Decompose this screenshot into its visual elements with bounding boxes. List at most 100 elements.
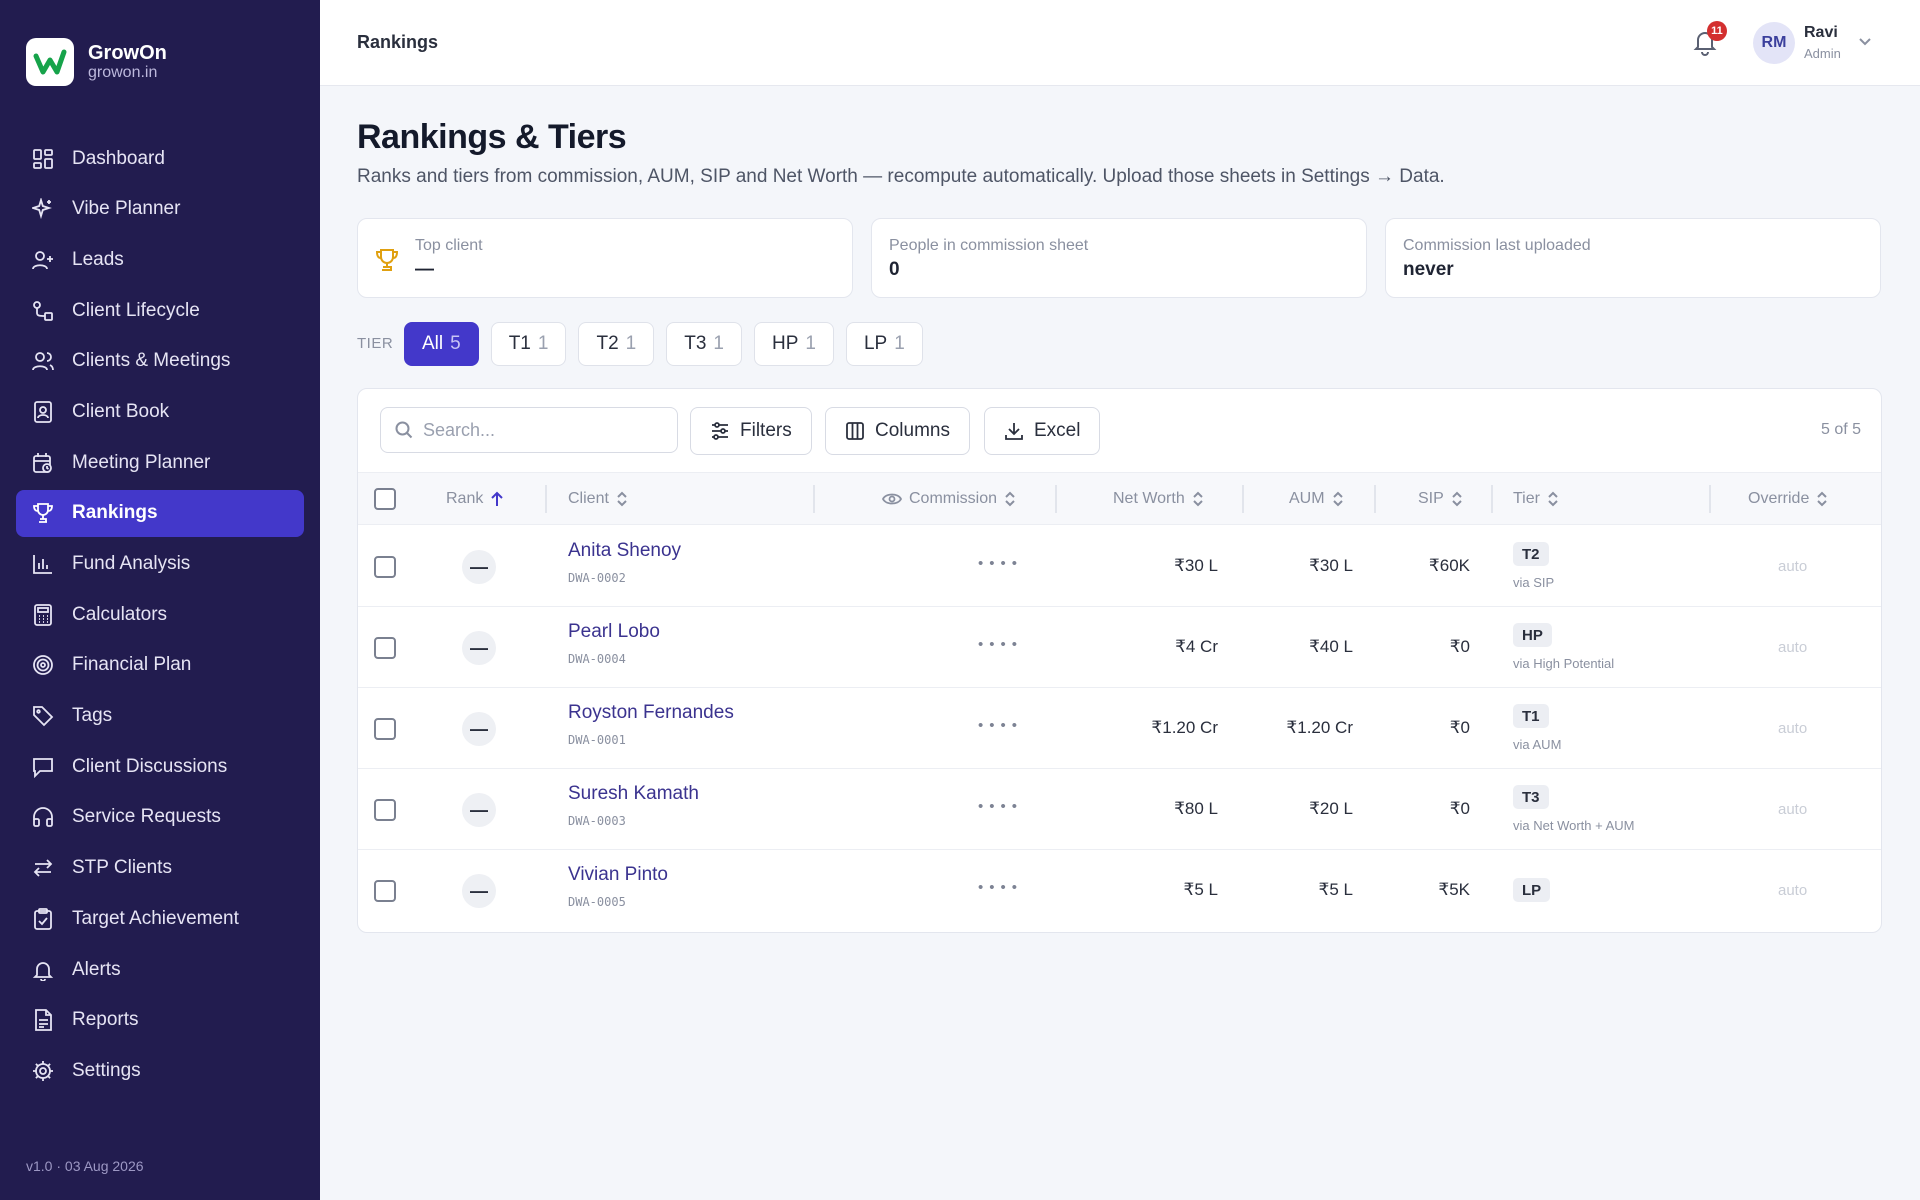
- column-divider[interactable]: [1709, 485, 1711, 513]
- column-divider[interactable]: [1242, 485, 1244, 513]
- column-divider[interactable]: [545, 485, 547, 513]
- chip-label: T3: [684, 333, 707, 354]
- search-input[interactable]: [423, 419, 663, 441]
- client-name-link[interactable]: Anita Shenoy: [568, 540, 681, 562]
- table-row[interactable]: — Anita Shenoy DWA-0002 •••• ₹30 L ₹30 L…: [358, 526, 1881, 607]
- row-checkbox[interactable]: [374, 556, 396, 578]
- sidebar-item-label: Client Book: [72, 400, 170, 422]
- sidebar-item-reports[interactable]: Reports: [16, 997, 304, 1044]
- stat-label: Top client: [415, 237, 483, 254]
- column-header-sip[interactable]: SIP: [1418, 473, 1463, 525]
- table-row[interactable]: — Suresh Kamath DWA-0003 •••• ₹80 L ₹20 …: [358, 769, 1881, 850]
- row-checkbox[interactable]: [374, 880, 396, 902]
- sip-value: ₹0: [1449, 637, 1470, 656]
- column-header-net-worth[interactable]: Net Worth: [1113, 473, 1204, 525]
- stat-value: —: [415, 259, 434, 280]
- sidebar-item-label: Vibe Planner: [72, 198, 181, 220]
- eye-icon[interactable]: [882, 492, 902, 506]
- excel-export-button[interactable]: Excel: [984, 407, 1101, 455]
- tier-chip-lp[interactable]: LP 1: [845, 322, 923, 366]
- row-checkbox[interactable]: [374, 637, 396, 659]
- override-value[interactable]: auto: [1778, 882, 1807, 899]
- client-name-link[interactable]: Royston Fernandes: [568, 702, 734, 724]
- tier-chip-t1[interactable]: T1 1: [490, 322, 567, 366]
- sidebar-item-rankings[interactable]: Rankings: [16, 489, 304, 537]
- row-checkbox[interactable]: [374, 718, 396, 740]
- sort-icon: [1193, 491, 1203, 507]
- client-name-link[interactable]: Suresh Kamath: [568, 783, 699, 805]
- stat-value: 0: [889, 259, 900, 280]
- tier-chip-t2[interactable]: T2 1: [578, 322, 655, 366]
- column-header-override[interactable]: Override: [1748, 473, 1828, 525]
- sidebar-item-service-requests[interactable]: Service Requests: [16, 794, 304, 841]
- column-divider[interactable]: [813, 485, 815, 513]
- column-label: SIP: [1418, 490, 1444, 507]
- sidebar-item-vibe-planner[interactable]: Vibe Planner: [16, 186, 304, 233]
- client-id: DWA-0003: [568, 814, 626, 828]
- search-box[interactable]: [380, 407, 678, 453]
- sidebar-item-leads[interactable]: Leads: [16, 236, 304, 283]
- column-divider[interactable]: [1374, 485, 1376, 513]
- row-checkbox[interactable]: [374, 799, 396, 821]
- sidebar-item-client-book[interactable]: Client Book: [16, 388, 304, 435]
- tier-chip-all[interactable]: All 5: [404, 322, 479, 366]
- tier-reason: via SIP: [1513, 575, 1555, 590]
- client-name-link[interactable]: Vivian Pinto: [568, 864, 668, 886]
- override-value[interactable]: auto: [1778, 639, 1807, 656]
- tier-badge: HP: [1513, 623, 1552, 647]
- table-row[interactable]: — Vivian Pinto DWA-0005 •••• ₹5 L ₹5 L ₹…: [358, 850, 1881, 931]
- column-label: Tier: [1513, 490, 1540, 507]
- download-icon: [1005, 423, 1023, 440]
- brand[interactable]: GrowOn growon.in: [26, 38, 167, 86]
- chip-label: T2: [596, 333, 619, 354]
- sidebar-item-calculators[interactable]: Calculators: [16, 591, 304, 638]
- page-subtitle: Ranks and tiers from commission, AUM, SI…: [357, 166, 1445, 187]
- chip-count: 5: [450, 333, 461, 354]
- chevron-down-icon[interactable]: [1858, 34, 1872, 48]
- sidebar-item-tags[interactable]: Tags: [16, 693, 304, 740]
- sidebar-item-stp-clients[interactable]: STP Clients: [16, 845, 304, 892]
- select-all-checkbox[interactable]: [374, 488, 396, 510]
- column-header-client[interactable]: Client: [568, 473, 628, 525]
- sidebar-item-meeting-planner[interactable]: Meeting Planner: [16, 439, 304, 486]
- bar-chart-icon: [32, 553, 54, 575]
- gear-icon: [32, 1060, 54, 1082]
- sidebar-item-label: Tags: [72, 705, 113, 727]
- filters-button[interactable]: Filters: [690, 407, 812, 455]
- sidebar-item-target-achievement[interactable]: Target Achievement: [16, 895, 304, 942]
- client-id: DWA-0004: [568, 652, 626, 666]
- sidebar-item-client-discussions[interactable]: Client Discussions: [16, 743, 304, 790]
- avatar[interactable]: RM: [1753, 22, 1795, 64]
- stat-label: People in commission sheet: [889, 237, 1089, 254]
- client-name-link[interactable]: Pearl Lobo: [568, 621, 660, 643]
- table-row[interactable]: — Pearl Lobo DWA-0004 •••• ₹4 Cr ₹40 L ₹…: [358, 607, 1881, 688]
- sidebar-item-client-lifecycle[interactable]: Client Lifecycle: [16, 287, 304, 334]
- sidebar-item-dashboard[interactable]: Dashboard: [16, 135, 304, 182]
- tier-chip-t3[interactable]: T3 1: [666, 322, 742, 366]
- user-role: Admin: [1804, 46, 1841, 61]
- column-label: AUM: [1289, 490, 1325, 507]
- sidebar-item-label: Calculators: [72, 603, 168, 625]
- column-header-tier[interactable]: Tier: [1513, 473, 1559, 525]
- sidebar-item-alerts[interactable]: Alerts: [16, 946, 304, 993]
- tier-chip-hp[interactable]: HP 1: [754, 322, 834, 366]
- table-row[interactable]: — Royston Fernandes DWA-0001 •••• ₹1.20 …: [358, 688, 1881, 769]
- masked-commission: ••••: [978, 798, 1024, 815]
- sidebar-item-settings[interactable]: Settings: [16, 1047, 304, 1094]
- override-value[interactable]: auto: [1778, 720, 1807, 737]
- column-header-aum[interactable]: AUM: [1289, 473, 1344, 525]
- column-header-commission[interactable]: Commission: [882, 473, 1016, 525]
- user-name[interactable]: Ravi: [1804, 24, 1838, 42]
- app-version: v1.0 · 03 Aug 2026: [26, 1158, 144, 1174]
- override-value[interactable]: auto: [1778, 801, 1807, 818]
- tier-badge: LP: [1513, 878, 1551, 902]
- override-value[interactable]: auto: [1778, 558, 1807, 575]
- sidebar-item-financial-plan[interactable]: Financial Plan: [16, 642, 304, 689]
- column-divider[interactable]: [1055, 485, 1057, 513]
- column-divider[interactable]: [1491, 485, 1493, 513]
- columns-button[interactable]: Columns: [825, 407, 970, 455]
- chip-count: 1: [894, 333, 905, 354]
- sidebar-item-clients-meetings[interactable]: Clients & Meetings: [16, 338, 304, 385]
- sidebar-item-fund-analysis[interactable]: Fund Analysis: [16, 541, 304, 588]
- column-header-rank[interactable]: Rank: [446, 473, 504, 525]
